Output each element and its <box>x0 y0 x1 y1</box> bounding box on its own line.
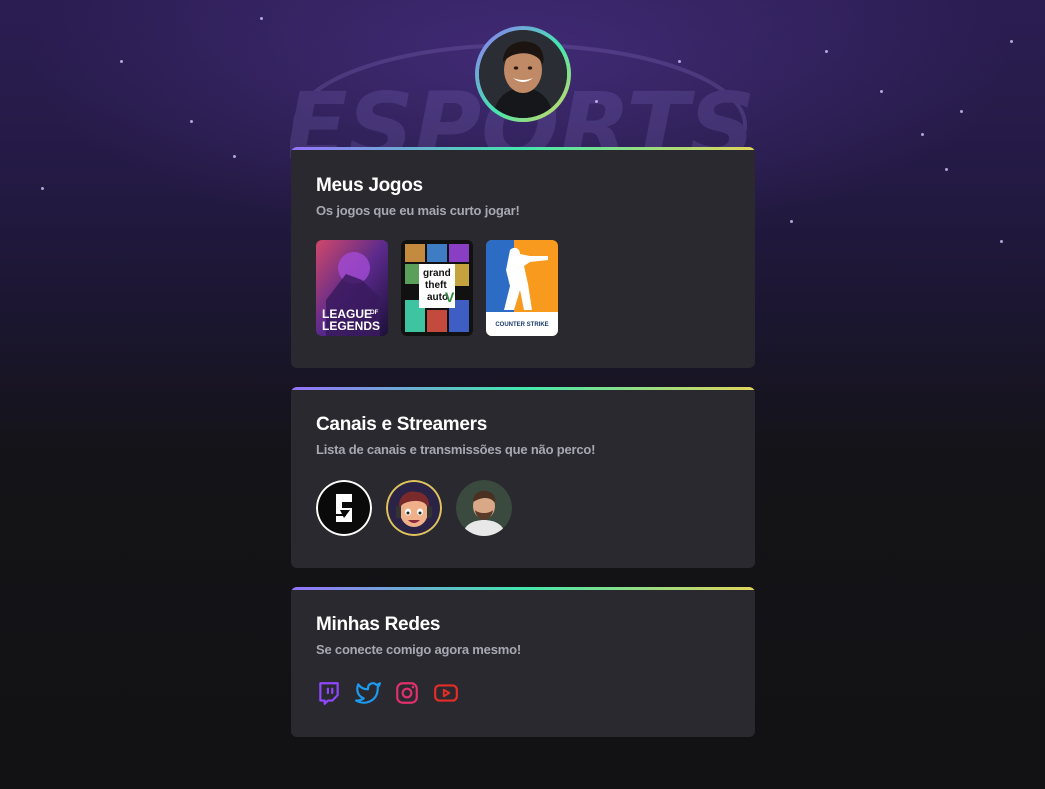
gta-mark: V <box>445 289 455 305</box>
streamers-card-subtitle: Lista de canais e transmissões que não p… <box>316 442 596 457</box>
social-card-subtitle: Se conecte comigo agora mesmo! <box>316 642 521 657</box>
youtube-link[interactable] <box>433 680 459 706</box>
game-league-of-legends[interactable]: LEAGUE OF LEGENDS <box>316 240 388 336</box>
streamers-card-title: Canais e Streamers <box>316 414 487 435</box>
streamer-cartoon[interactable] <box>386 480 442 536</box>
games-card-title: Meus Jogos <box>316 175 423 196</box>
twitch-icon <box>319 682 339 705</box>
twitch-link[interactable] <box>316 680 342 706</box>
league-of-legends-cover: LEAGUE OF LEGENDS <box>316 240 388 336</box>
social-card: Minhas Redes Se conecte comigo agora mes… <box>291 587 755 737</box>
lol-of: OF <box>370 310 379 316</box>
profile-avatar <box>475 26 571 122</box>
lol-line2: LEGENDS <box>322 319 380 333</box>
twitter-link[interactable] <box>355 680 381 706</box>
twitter-icon <box>355 682 381 704</box>
person-icon <box>479 30 567 118</box>
youtube-icon <box>434 684 458 702</box>
games-card-subtitle: Os jogos que eu mais curto jogar! <box>316 203 520 218</box>
game-counter-strike[interactable]: COUNTER STRIKE <box>486 240 558 336</box>
social-card-title: Minhas Redes <box>316 614 441 635</box>
streamer-photo[interactable] <box>456 480 512 536</box>
streamer-rainbow-six[interactable] <box>316 480 372 536</box>
gta-line1: grand <box>423 268 451 279</box>
instagram-link[interactable] <box>394 680 420 706</box>
cs-label: COUNTER STRIKE <box>495 322 548 328</box>
counter-strike-cover: COUNTER STRIKE <box>486 240 558 336</box>
rainbow-six-logo-icon <box>316 480 372 536</box>
game-gta-v[interactable]: grand theft auto V <box>401 240 473 336</box>
streamers-card: Canais e Streamers Lista de canais e tra… <box>291 387 755 568</box>
gta-v-cover: grand theft auto V <box>401 240 473 336</box>
person-avatar-icon <box>456 480 512 536</box>
instagram-icon <box>396 682 418 704</box>
gta-line2: theft <box>425 280 447 291</box>
cartoon-avatar-icon <box>386 480 442 536</box>
games-card: Meus Jogos Os jogos que eu mais curto jo… <box>291 147 755 368</box>
avatar-photo <box>479 30 567 118</box>
